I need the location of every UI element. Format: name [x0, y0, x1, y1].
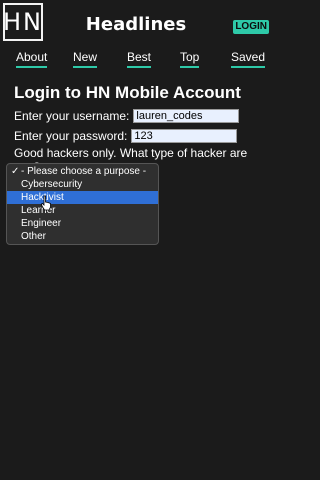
- checkmark-icon: ✓: [11, 166, 20, 177]
- login-button[interactable]: LOGIN: [233, 20, 269, 34]
- nav-best[interactable]: Best: [127, 50, 152, 68]
- nav-top[interactable]: Top: [180, 50, 200, 68]
- nav-about[interactable]: About: [16, 50, 48, 68]
- header: HN Headlines LOGIN: [0, 0, 272, 46]
- dropdown-option-hacktivist[interactable]: Hacktivist: [7, 191, 158, 204]
- pointer-cursor-icon: [41, 195, 51, 211]
- app-screen: HN Headlines LOGIN About New Best Top Sa…: [0, 0, 272, 480]
- password-input[interactable]: [131, 129, 238, 143]
- nav-saved[interactable]: Saved: [231, 50, 266, 68]
- nav-new[interactable]: New: [73, 50, 98, 68]
- dropdown-option-learner[interactable]: Learner: [7, 204, 158, 217]
- page-title: Headlines: [85, 14, 187, 35]
- login-form: Login to HN Mobile Account Enter your us…: [14, 82, 264, 144]
- username-label: Enter your username:: [14, 109, 130, 123]
- username-input[interactable]: [133, 109, 240, 123]
- dropdown-option-engineer[interactable]: Engineer: [7, 217, 158, 230]
- dropdown-option-other[interactable]: Other: [7, 230, 158, 243]
- username-row: Enter your username:: [14, 108, 264, 124]
- dropdown-option-placeholder[interactable]: ✓ - Please choose a purpose -: [7, 165, 158, 178]
- form-title: Login to HN Mobile Account: [14, 83, 241, 102]
- hacker-type-dropdown[interactable]: ✓ - Please choose a purpose - Cybersecuri…: [6, 163, 159, 245]
- nav-bar: About New Best Top Saved: [0, 50, 272, 70]
- password-label: Enter your password:: [14, 129, 128, 143]
- dropdown-option-cybersecurity[interactable]: Cybersecurity: [7, 178, 158, 191]
- option-label: - Please choose a purpose -: [21, 166, 147, 177]
- password-row: Enter your password:: [14, 128, 264, 144]
